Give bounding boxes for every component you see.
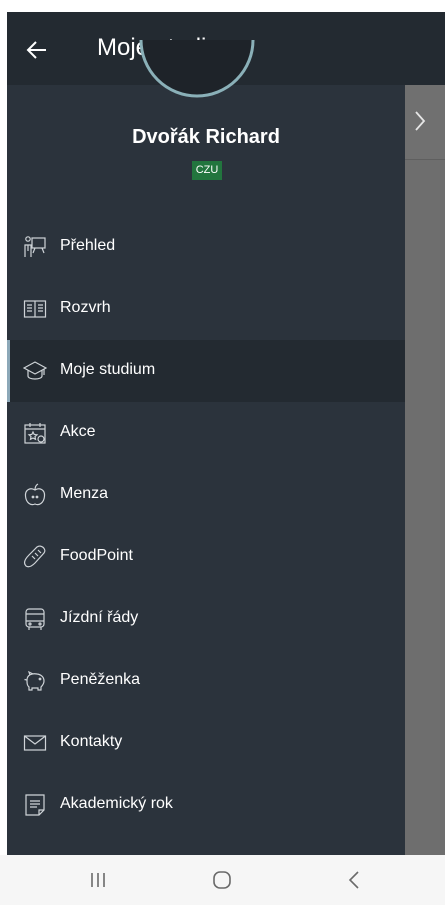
- user-name: Dvořák Richard: [132, 126, 280, 148]
- avatar: [137, 40, 257, 100]
- envelope-icon: [23, 735, 47, 751]
- baguette-icon: [23, 545, 46, 568]
- navigation-drawer: Dvořák Richard CZU Přehled Rozvrh Moje s…: [7, 40, 405, 855]
- menu-item-akce[interactable]: Akce: [7, 402, 405, 464]
- system-back-button[interactable]: [334, 865, 374, 895]
- menu-item-rozvrh[interactable]: Rozvrh: [7, 278, 405, 340]
- arrow-left-icon: [26, 41, 46, 59]
- recent-apps-icon: [91, 873, 105, 887]
- menu-item-kontakty[interactable]: Kontakty: [7, 712, 405, 774]
- open-book-icon: [23, 300, 47, 318]
- menu-item-label: Akce: [60, 423, 96, 440]
- menu-item-label: Menza: [60, 485, 109, 502]
- piggy-bank-icon: [24, 670, 45, 691]
- chevron-left-icon: [348, 871, 359, 889]
- menu-item-label: Kontakty: [60, 733, 123, 750]
- menu-item-foodpoint[interactable]: FoodPoint: [7, 526, 405, 588]
- back-button[interactable]: [17, 30, 57, 70]
- bus-icon: [25, 608, 45, 630]
- content-row[interactable]: [405, 85, 445, 160]
- menu-item-label: Rozvrh: [60, 299, 111, 316]
- menu-item-label: Akademický rok: [60, 795, 173, 812]
- calendar-star-icon: [24, 423, 46, 444]
- menu-item-label: Moje studium: [60, 361, 156, 378]
- menu-item-prehled[interactable]: Přehled: [7, 216, 405, 278]
- status-bar: [0, 0, 445, 12]
- menu-item-label: Jízdní řády: [60, 609, 139, 626]
- home-icon: [213, 871, 231, 889]
- menu-item-jizdni-rady[interactable]: Jízdní řády: [7, 588, 405, 650]
- system-navigation-bar: [0, 855, 445, 905]
- document-icon: [25, 794, 45, 816]
- menu-item-menza[interactable]: Menza: [7, 464, 405, 526]
- menu-item-akademicky-rok[interactable]: Akademický rok: [7, 774, 405, 836]
- content-behind-drawer[interactable]: [405, 85, 445, 855]
- apple-icon: [24, 483, 46, 506]
- graduation-cap-icon: [23, 361, 47, 380]
- menu-item-label: Přehled: [60, 237, 116, 254]
- chevron-right-icon: [415, 111, 426, 131]
- home-button[interactable]: [202, 865, 242, 895]
- app-screen: Moje studium Dvořák Richard CZU Přehled: [7, 12, 445, 855]
- menu-item-moje-studium[interactable]: Moje studium: [7, 340, 405, 402]
- university-badge: CZU: [192, 161, 222, 180]
- menu-item-label: Peněženka: [60, 671, 141, 688]
- menu-item-penezenka[interactable]: Peněženka: [7, 650, 405, 712]
- recent-apps-button[interactable]: [78, 865, 118, 895]
- drawer-menu: Přehled Rozvrh Moje studium Akce Menza F…: [7, 216, 405, 836]
- teacher-board-icon: [24, 236, 46, 257]
- menu-item-label: FoodPoint: [60, 547, 133, 564]
